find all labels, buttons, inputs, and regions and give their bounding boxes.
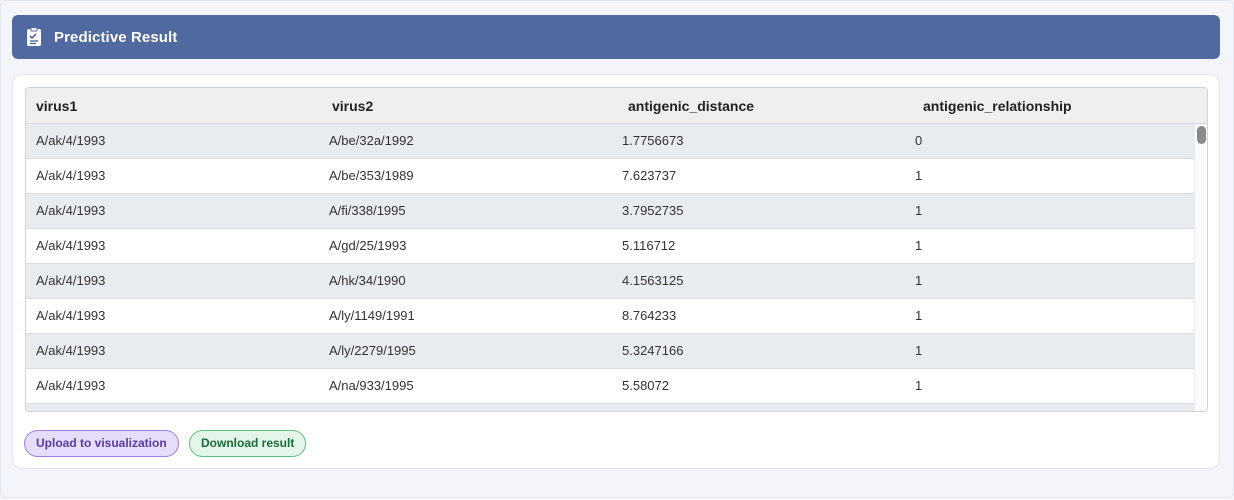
- table-row[interactable]: A/ak/4/1993 A/be/353/1989 7.623737 1: [26, 159, 1196, 194]
- cell-antigenic-relationship: 1: [915, 203, 923, 218]
- cell-antigenic-distance: 5.58072: [622, 378, 669, 393]
- cell-virus1: A/ak/4/1993: [36, 238, 106, 253]
- table-row[interactable]: A/ak/4/1993 A/ly/1149/1991 8.764233 1: [26, 299, 1196, 334]
- cell-virus2: A/gd/25/1993: [329, 238, 407, 253]
- table-row[interactable]: A/ak/4/1993 A/gd/25/1993 5.116712 1: [26, 229, 1196, 264]
- cell-antigenic-distance: 4.1563125: [622, 273, 684, 288]
- table-row[interactable]: A/ak/4/1993 A/hk/34/1990 4.1563125 1: [26, 264, 1196, 299]
- cell-antigenic-relationship: 1: [915, 378, 923, 393]
- column-header-antigenic-distance[interactable]: antigenic_distance: [628, 88, 754, 124]
- cell-antigenic-distance: 5.3247166: [622, 343, 684, 358]
- result-card: virus1 virus2 antigenic_distance antigen…: [12, 74, 1220, 469]
- cell-antigenic-distance: 1.7756673: [622, 133, 684, 148]
- cell-antigenic-distance: 8.764233: [622, 308, 677, 323]
- cell-virus1: A/ak/4/1993: [36, 168, 106, 183]
- cell-virus1: A/ak/4/1993: [36, 203, 106, 218]
- cell-virus1: A/ak/4/1993: [36, 273, 106, 288]
- cell-virus2: A/be/32a/1992: [329, 133, 414, 148]
- cell-antigenic-relationship: 1: [915, 343, 923, 358]
- cell-virus1: A/ak/4/1993: [36, 133, 106, 148]
- table-row[interactable]: A/ak/4/1993 A/fi/338/1995 3.7952735 1: [26, 194, 1196, 229]
- column-header-virus2[interactable]: virus2: [332, 88, 373, 124]
- cell-antigenic-relationship: 1: [915, 308, 923, 323]
- cell-virus2: A/ly/2279/1995: [329, 343, 416, 358]
- cell-virus1: A/ak/4/1993: [36, 378, 106, 393]
- cell-antigenic-relationship: 1: [915, 238, 923, 253]
- table-scrollbar[interactable]: [1194, 124, 1207, 411]
- scrollbar-thumb[interactable]: [1197, 126, 1206, 144]
- result-table: virus1 virus2 antigenic_distance antigen…: [25, 87, 1208, 412]
- download-result-button[interactable]: Download result: [189, 430, 307, 457]
- cell-virus2: A/ly/1149/1991: [329, 308, 415, 323]
- cell-virus2: A/be/353/1989: [329, 168, 414, 183]
- table-row[interactable]: A/ak/4/1993 A/na/933/1995 5.58072 1: [26, 369, 1196, 404]
- cell-antigenic-relationship: 1: [915, 273, 923, 288]
- cell-virus1: A/ak/4/1993: [36, 308, 106, 323]
- cell-antigenic-distance: 7.623737: [622, 168, 677, 183]
- page-title: Predictive Result: [54, 28, 178, 46]
- table-row-partial[interactable]: [26, 404, 1196, 411]
- cell-virus1: A/ak/4/1993: [36, 343, 106, 358]
- result-header: Predictive Result: [12, 15, 1220, 59]
- column-header-virus1[interactable]: virus1: [36, 88, 77, 124]
- cell-virus2: A/fi/338/1995: [329, 203, 406, 218]
- upload-to-visualization-button[interactable]: Upload to visualization: [24, 430, 179, 457]
- table-row[interactable]: A/ak/4/1993 A/be/32a/1992 1.7756673 0: [26, 124, 1196, 159]
- cell-virus2: A/hk/34/1990: [329, 273, 406, 288]
- column-header-antigenic-relationship[interactable]: antigenic_relationship: [923, 88, 1072, 124]
- cell-antigenic-relationship: 1: [915, 168, 923, 183]
- cell-antigenic-relationship: 0: [915, 133, 923, 148]
- cell-antigenic-distance: 3.7952735: [622, 203, 684, 218]
- cell-antigenic-distance: 5.116712: [622, 238, 676, 253]
- cell-virus2: A/na/933/1995: [329, 378, 414, 393]
- table-row[interactable]: A/ak/4/1993 A/ly/2279/1995 5.3247166 1: [26, 334, 1196, 369]
- table-header: virus1 virus2 antigenic_distance antigen…: [26, 88, 1207, 124]
- table-body: A/ak/4/1993 A/be/32a/1992 1.7756673 0 A/…: [26, 124, 1196, 411]
- clipboard-check-icon: [26, 27, 42, 47]
